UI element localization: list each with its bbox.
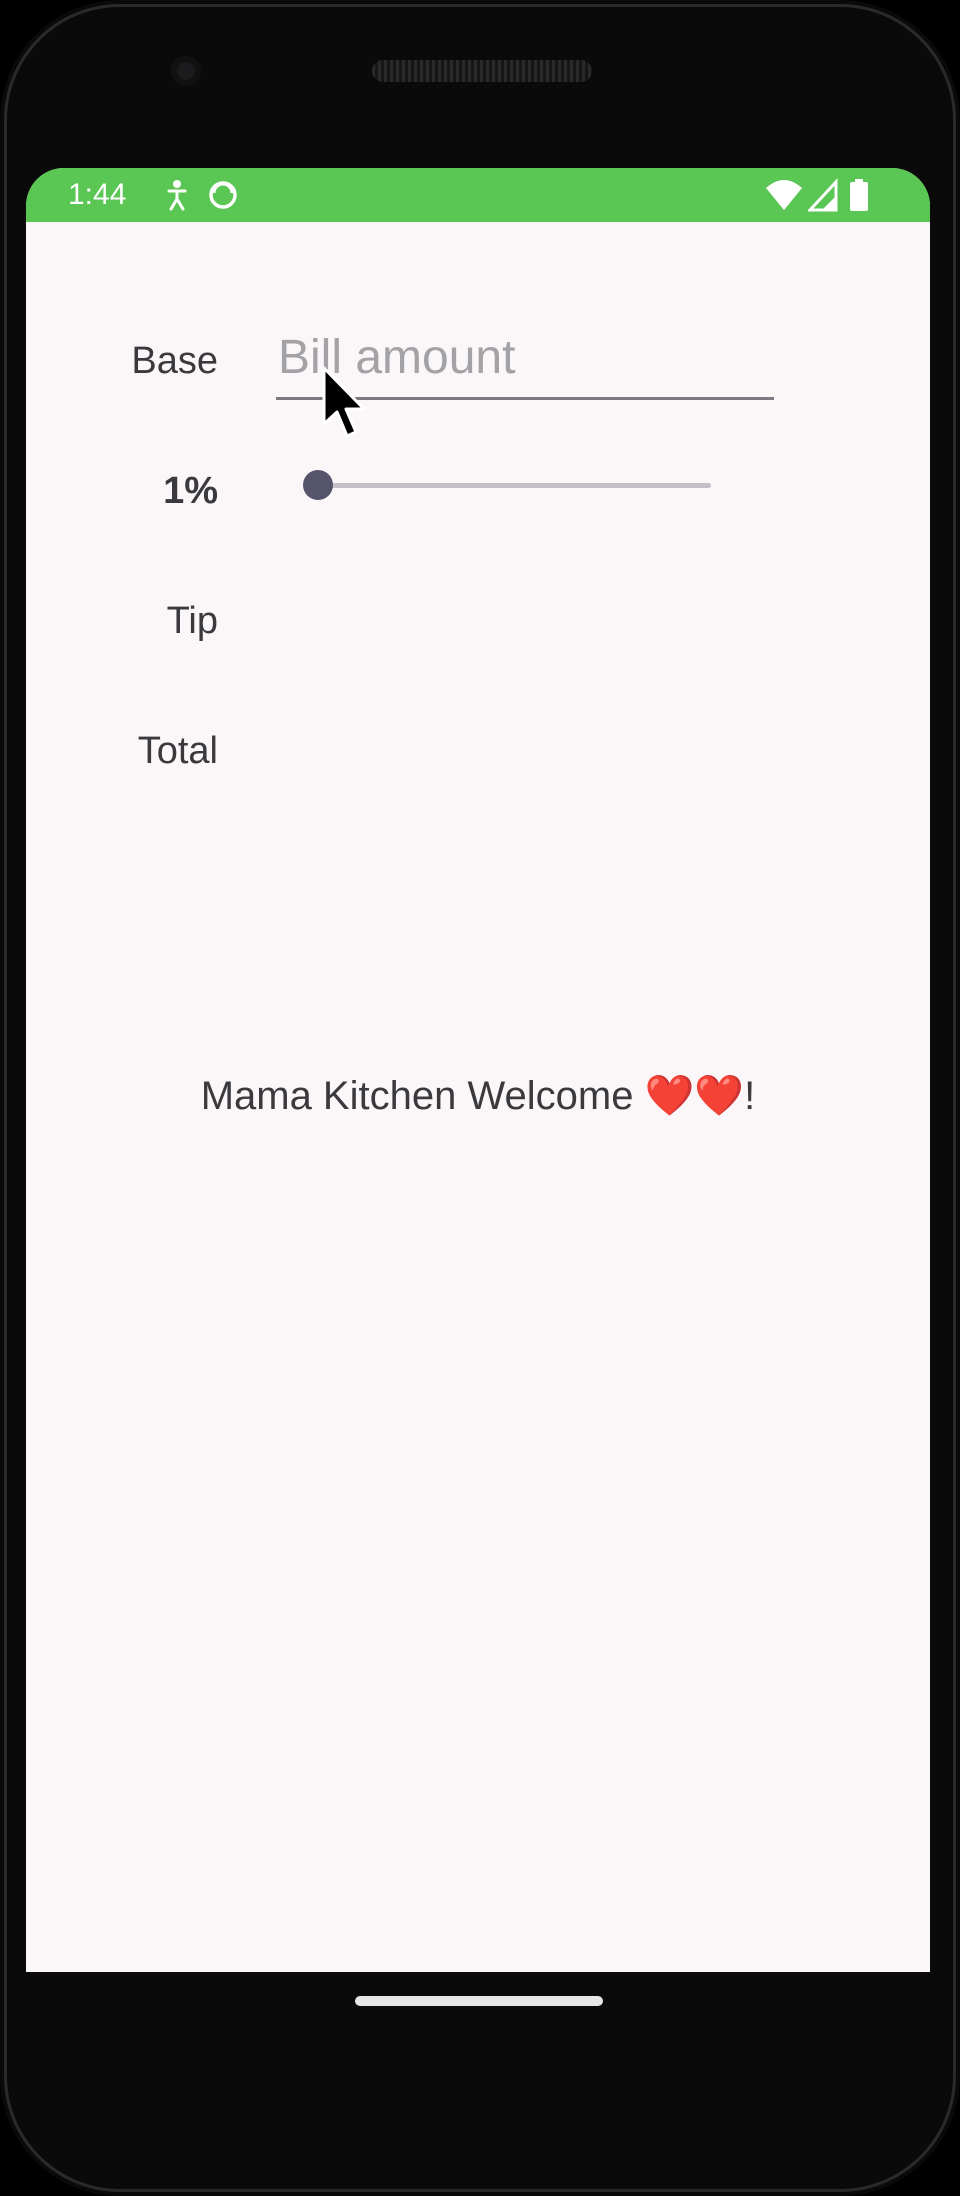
welcome-text: Mama Kitchen Welcome	[200, 1074, 645, 1118]
home-gesture-bar[interactable]	[355, 1996, 603, 2006]
cellular-signal-icon	[808, 178, 838, 212]
wifi-icon	[766, 180, 802, 210]
base-label: Base	[131, 340, 218, 382]
battery-icon	[850, 179, 868, 211]
status-bar: 1:44	[26, 168, 930, 222]
status-time: 1:44	[68, 178, 127, 211]
welcome-suffix: !	[744, 1074, 756, 1118]
tip-percent-label: 1%	[163, 470, 218, 512]
sync-icon	[209, 181, 237, 209]
tip-percent-slider[interactable]	[301, 465, 721, 505]
slider-thumb[interactable]	[303, 470, 333, 500]
earpiece-speaker	[372, 60, 592, 82]
heart-emoji: ❤️❤️	[644, 1074, 745, 1118]
total-label: Total	[137, 730, 218, 772]
accessibility-icon	[167, 180, 187, 211]
phone-frame: 1:44 Base 1%	[0, 0, 960, 2196]
mouse-cursor-icon	[322, 366, 366, 438]
welcome-message: Mama Kitchen Welcome ❤️❤️!	[26, 1072, 930, 1119]
tip-label: Tip	[166, 600, 218, 642]
front-camera	[171, 56, 201, 86]
slider-track	[321, 483, 711, 488]
app-screen: 1:44 Base 1%	[26, 168, 930, 1972]
